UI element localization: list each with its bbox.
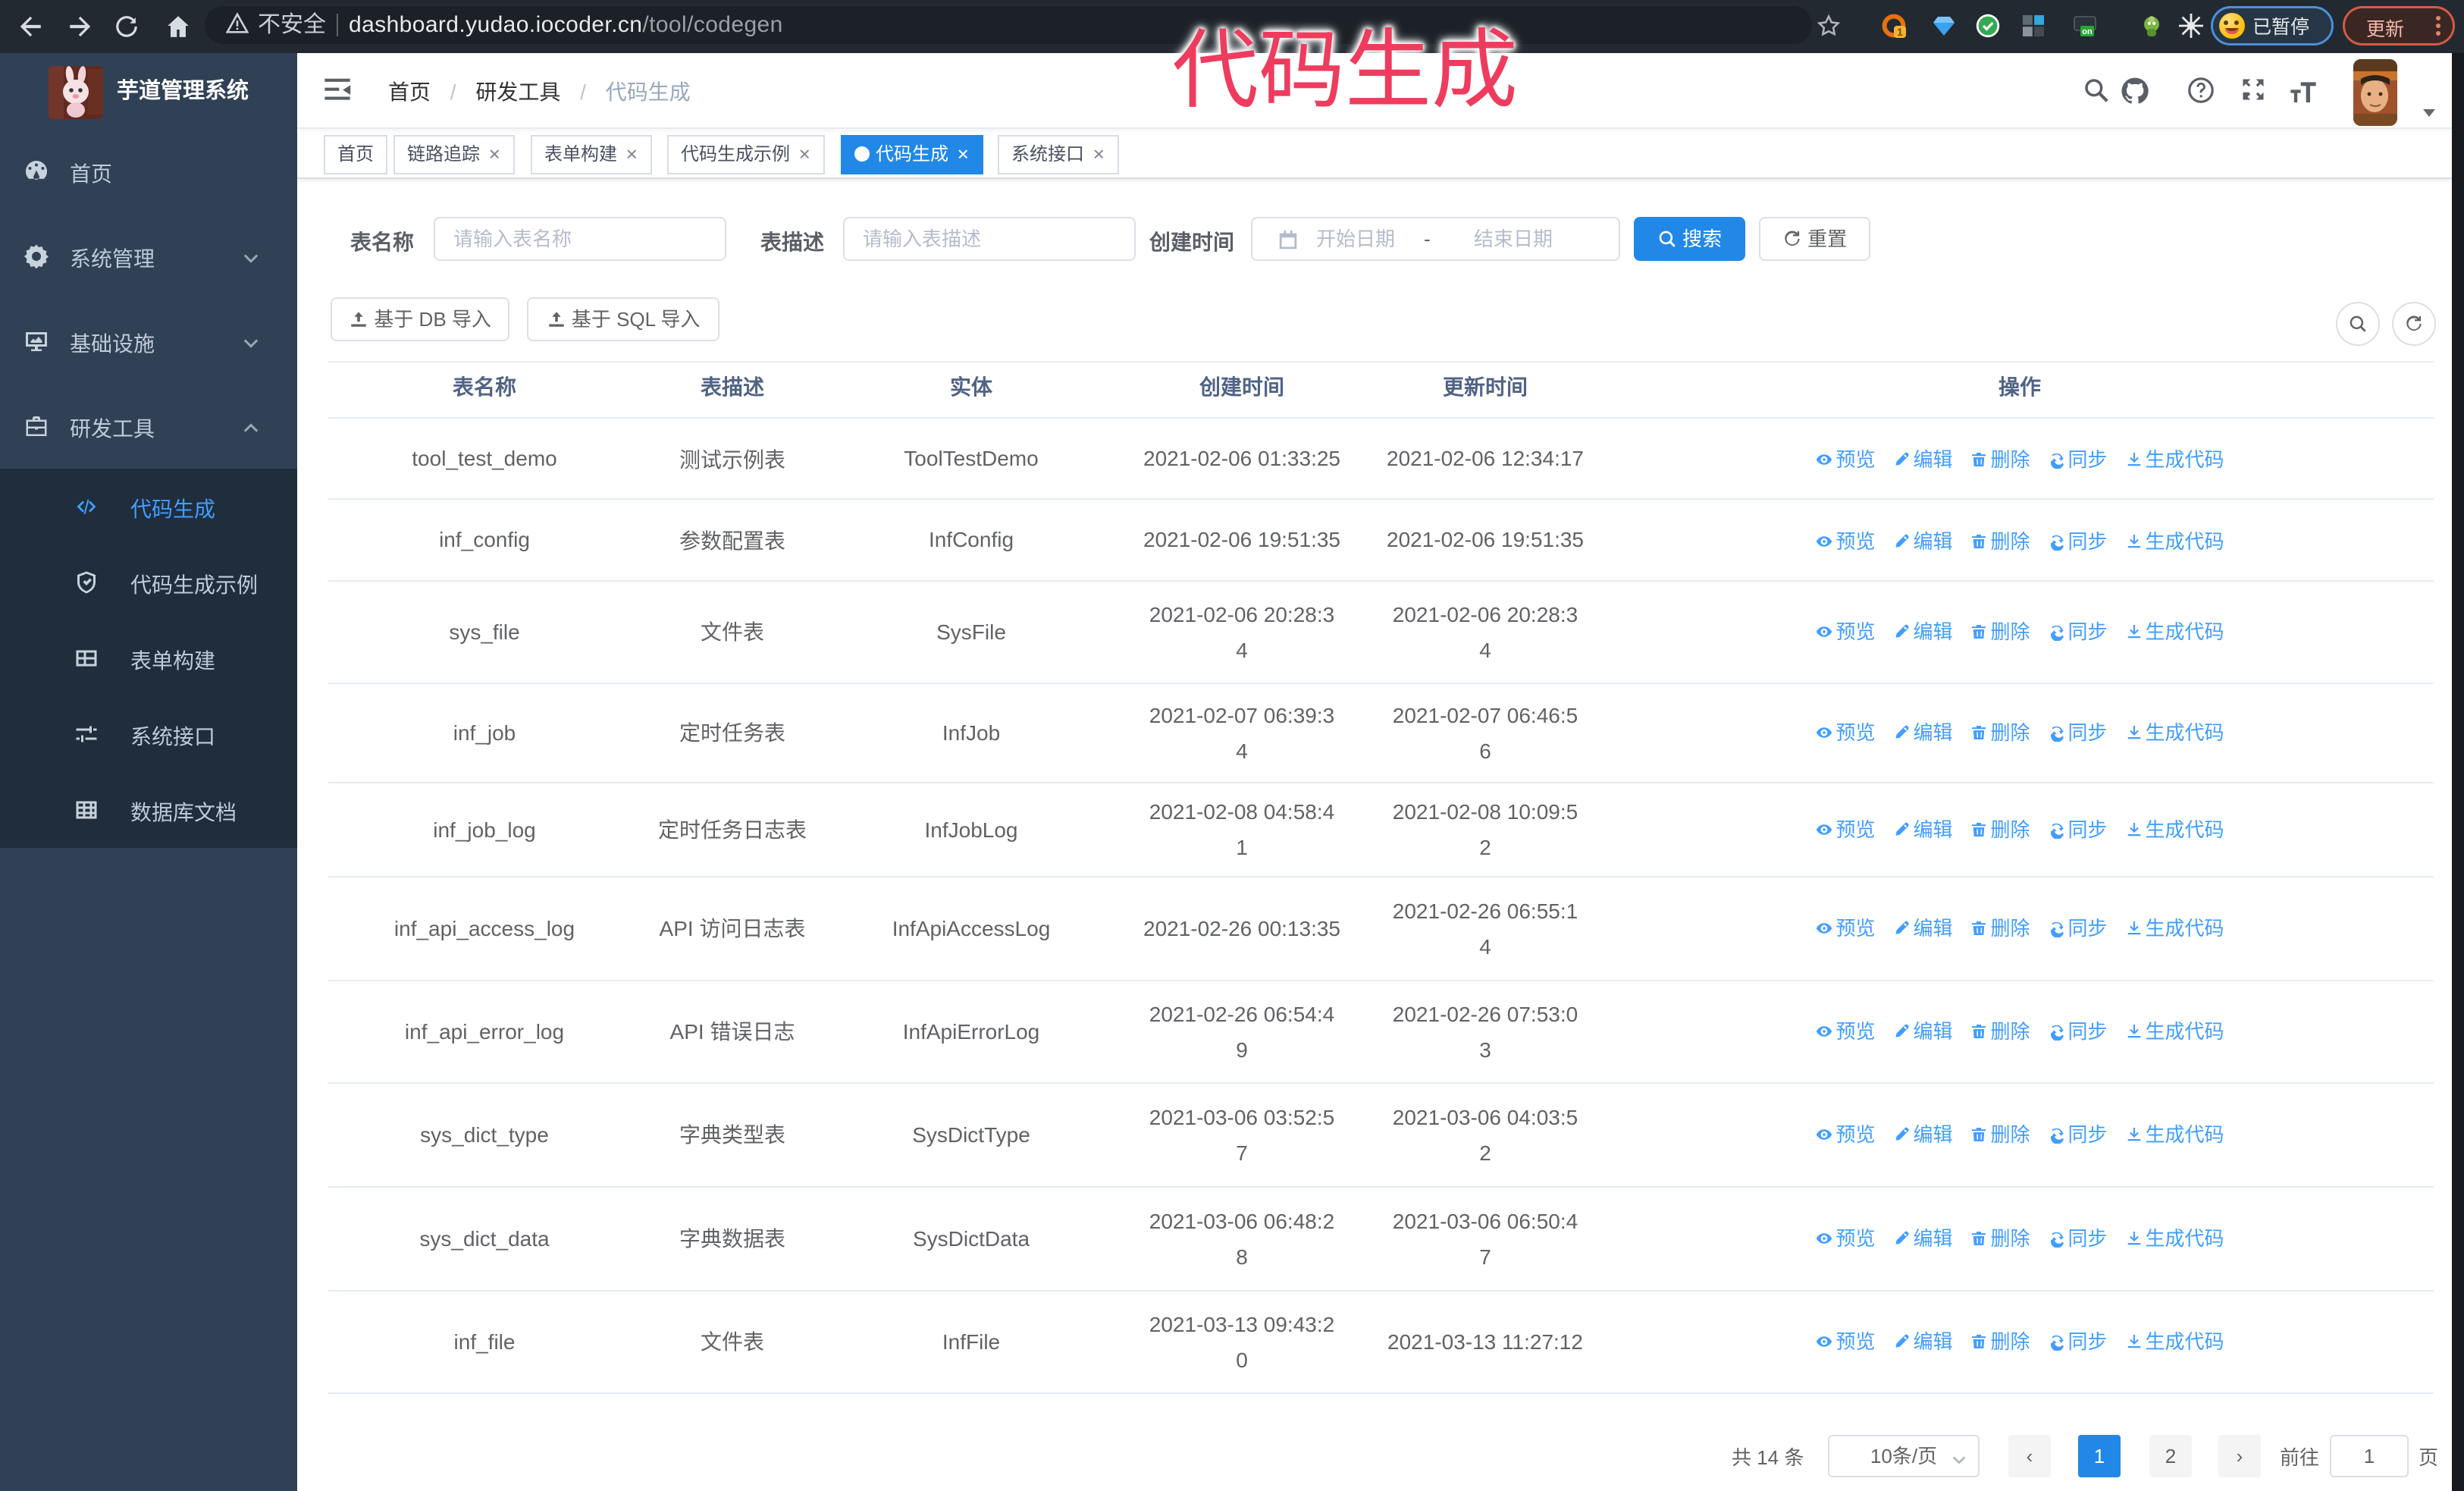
svg-text:1: 1 <box>1897 26 1903 38</box>
svg-text:on: on <box>2082 27 2093 36</box>
